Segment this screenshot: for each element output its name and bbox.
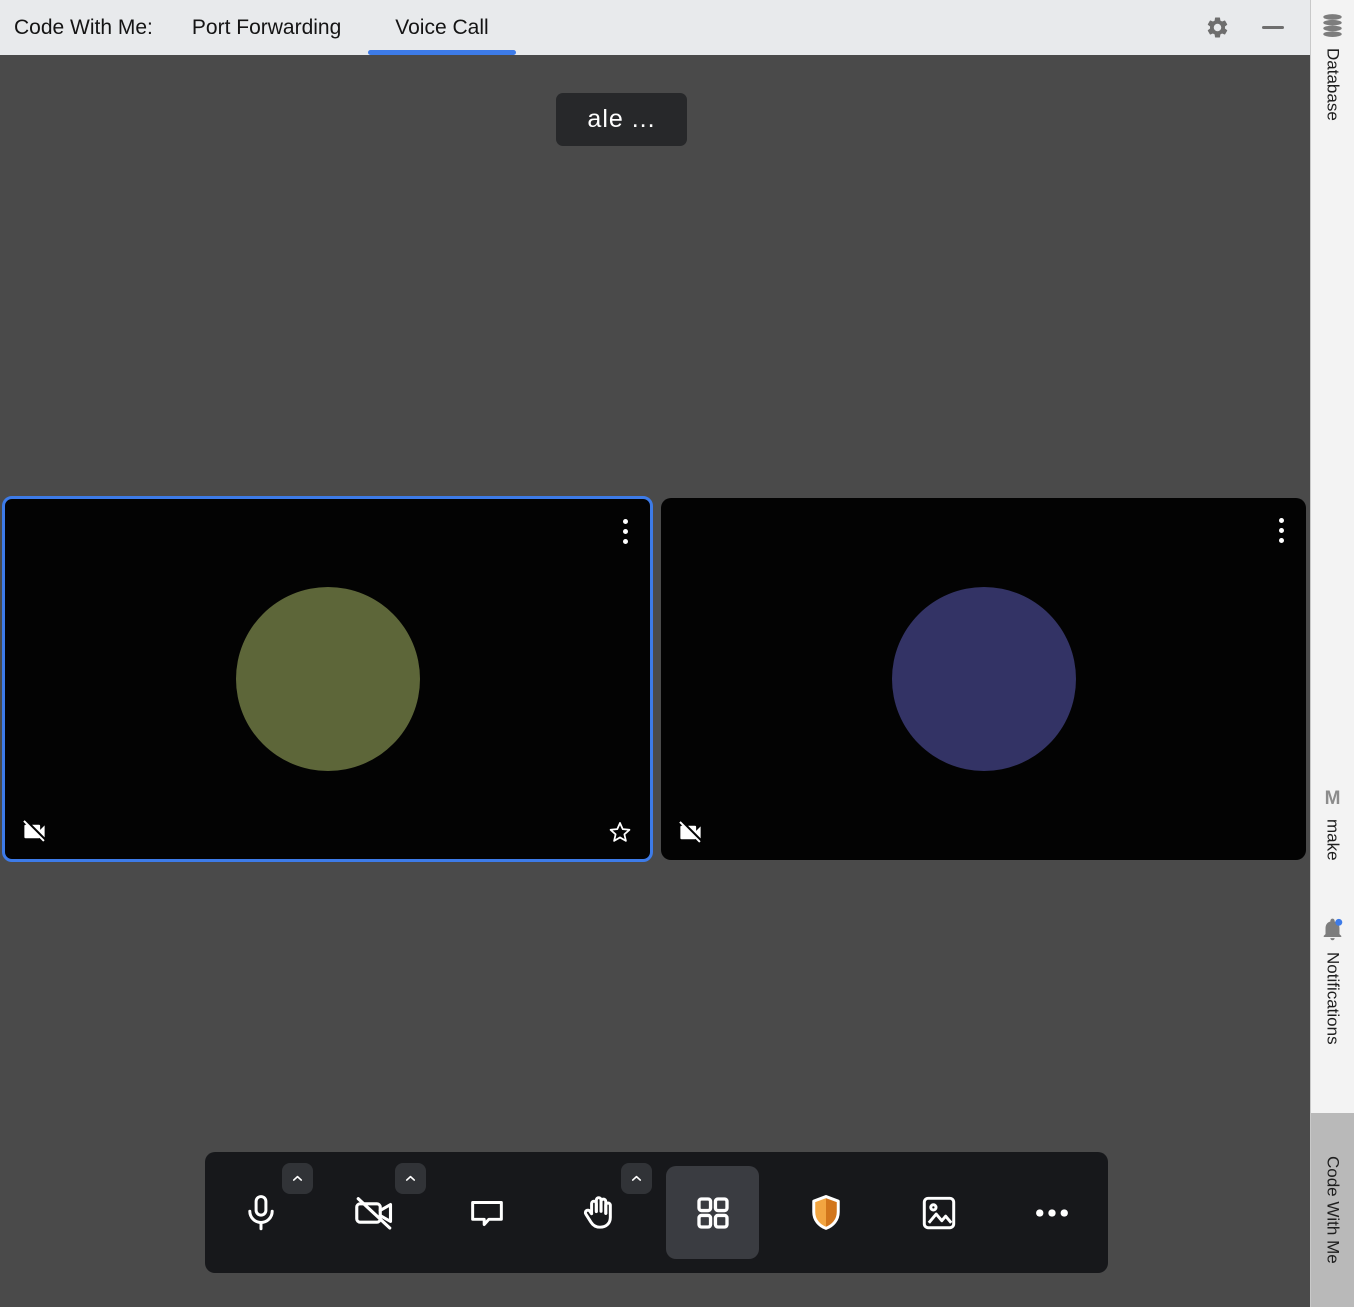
chevron-up-icon [403,1171,418,1186]
microphone-options-button[interactable] [282,1163,313,1194]
sidebar-label: Database [1323,48,1343,121]
sidebar-label: Notifications [1323,952,1343,1045]
sidebar-label: Code With Me [1323,1156,1343,1264]
minimize-button[interactable] [1260,15,1286,41]
sidebar-item-database[interactable]: Database [1311,12,1354,121]
bell-badge-icon [1319,916,1346,943]
shield-icon [805,1192,847,1234]
more-options-button[interactable] [1023,1184,1081,1242]
camera-off-icon [352,1191,396,1235]
tab-voice-call[interactable]: Voice Call [368,0,515,55]
chevron-up-icon [290,1171,305,1186]
window-title: Code With Me: [0,0,153,55]
microphone-icon [240,1192,282,1234]
background-image-button[interactable] [910,1184,968,1242]
chevron-up-icon [629,1171,644,1186]
chat-button[interactable] [458,1184,516,1242]
raise-hand-icon [579,1192,621,1234]
tool-window-header: Code With Me: Port Forwarding Voice Call [0,0,1310,55]
ellipsis-icon [1031,1192,1073,1234]
tool-window-stripe: Database M make Notifications Code With … [1310,0,1354,1307]
tab-port-forwarding[interactable]: Port Forwarding [165,0,368,55]
header-actions [1204,0,1310,55]
raise-hand-options-button[interactable] [621,1163,652,1194]
camera-toggle-button[interactable] [345,1184,403,1242]
settings-button[interactable] [1204,15,1230,41]
sidebar-item-code-with-me[interactable]: Code With Me [1311,1113,1354,1307]
pin-star-button[interactable] [606,819,634,847]
avatar [892,587,1076,771]
security-button[interactable] [797,1184,855,1242]
microphone-button[interactable] [232,1184,290,1242]
camera-off-icon [21,818,48,845]
avatar [236,587,420,771]
camera-off-icon [677,819,704,846]
participant-tile-2[interactable] [661,498,1306,860]
header-tabs: Port Forwarding Voice Call [165,0,516,55]
camera-options-button[interactable] [395,1163,426,1194]
image-icon [918,1192,960,1234]
participant-tile-1[interactable] [2,496,653,862]
voice-call-main: ale ... [0,55,1310,1307]
tile-menu-button[interactable] [1275,514,1288,547]
raise-hand-button[interactable] [571,1184,629,1242]
call-controls-toolbar [205,1152,1108,1273]
sidebar-label: make [1323,819,1343,861]
tile-menu-button[interactable] [619,515,632,548]
caller-status-badge: ale ... [556,93,687,146]
gear-icon [1205,15,1230,40]
database-icon [1319,12,1346,39]
grid-view-icon [692,1192,734,1234]
chat-icon [466,1192,508,1234]
sidebar-item-make[interactable]: M make [1311,788,1354,861]
minimize-icon [1262,26,1284,29]
letter-m-icon: M [1325,788,1341,810]
sidebar-item-notifications[interactable]: Notifications [1311,916,1354,1045]
grid-view-button[interactable] [666,1166,759,1259]
